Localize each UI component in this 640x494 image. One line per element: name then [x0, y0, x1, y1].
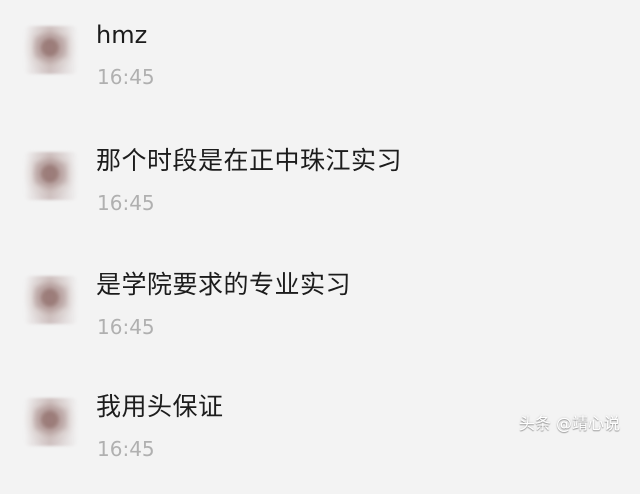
message-time: 16:45	[97, 65, 155, 89]
avatar[interactable]	[24, 152, 78, 200]
message-row: 是学院要求的专业实习 16:45	[0, 262, 640, 372]
message-time: 16:45	[97, 315, 155, 339]
chat-message-list: hmz 16:45 那个时段是在正中珠江实习 16:45 是学院要求的专业实习 …	[0, 0, 640, 461]
message-text: hmz	[96, 21, 148, 49]
message-text: 那个时段是在正中珠江实习	[96, 146, 403, 175]
avatar[interactable]	[24, 26, 78, 74]
message-row: 那个时段是在正中珠江实习 16:45	[0, 138, 640, 248]
avatar[interactable]	[24, 276, 78, 324]
avatar[interactable]	[24, 398, 78, 446]
message-row: hmz 16:45	[0, 12, 640, 122]
message-row: 我用头保证 16:45	[0, 384, 640, 494]
message-text: 我用头保证	[96, 392, 224, 421]
message-text: 是学院要求的专业实习	[96, 270, 352, 299]
watermark: 头条 @靖心说	[518, 414, 620, 433]
message-time: 16:45	[97, 191, 155, 215]
message-time: 16:45	[97, 437, 155, 461]
